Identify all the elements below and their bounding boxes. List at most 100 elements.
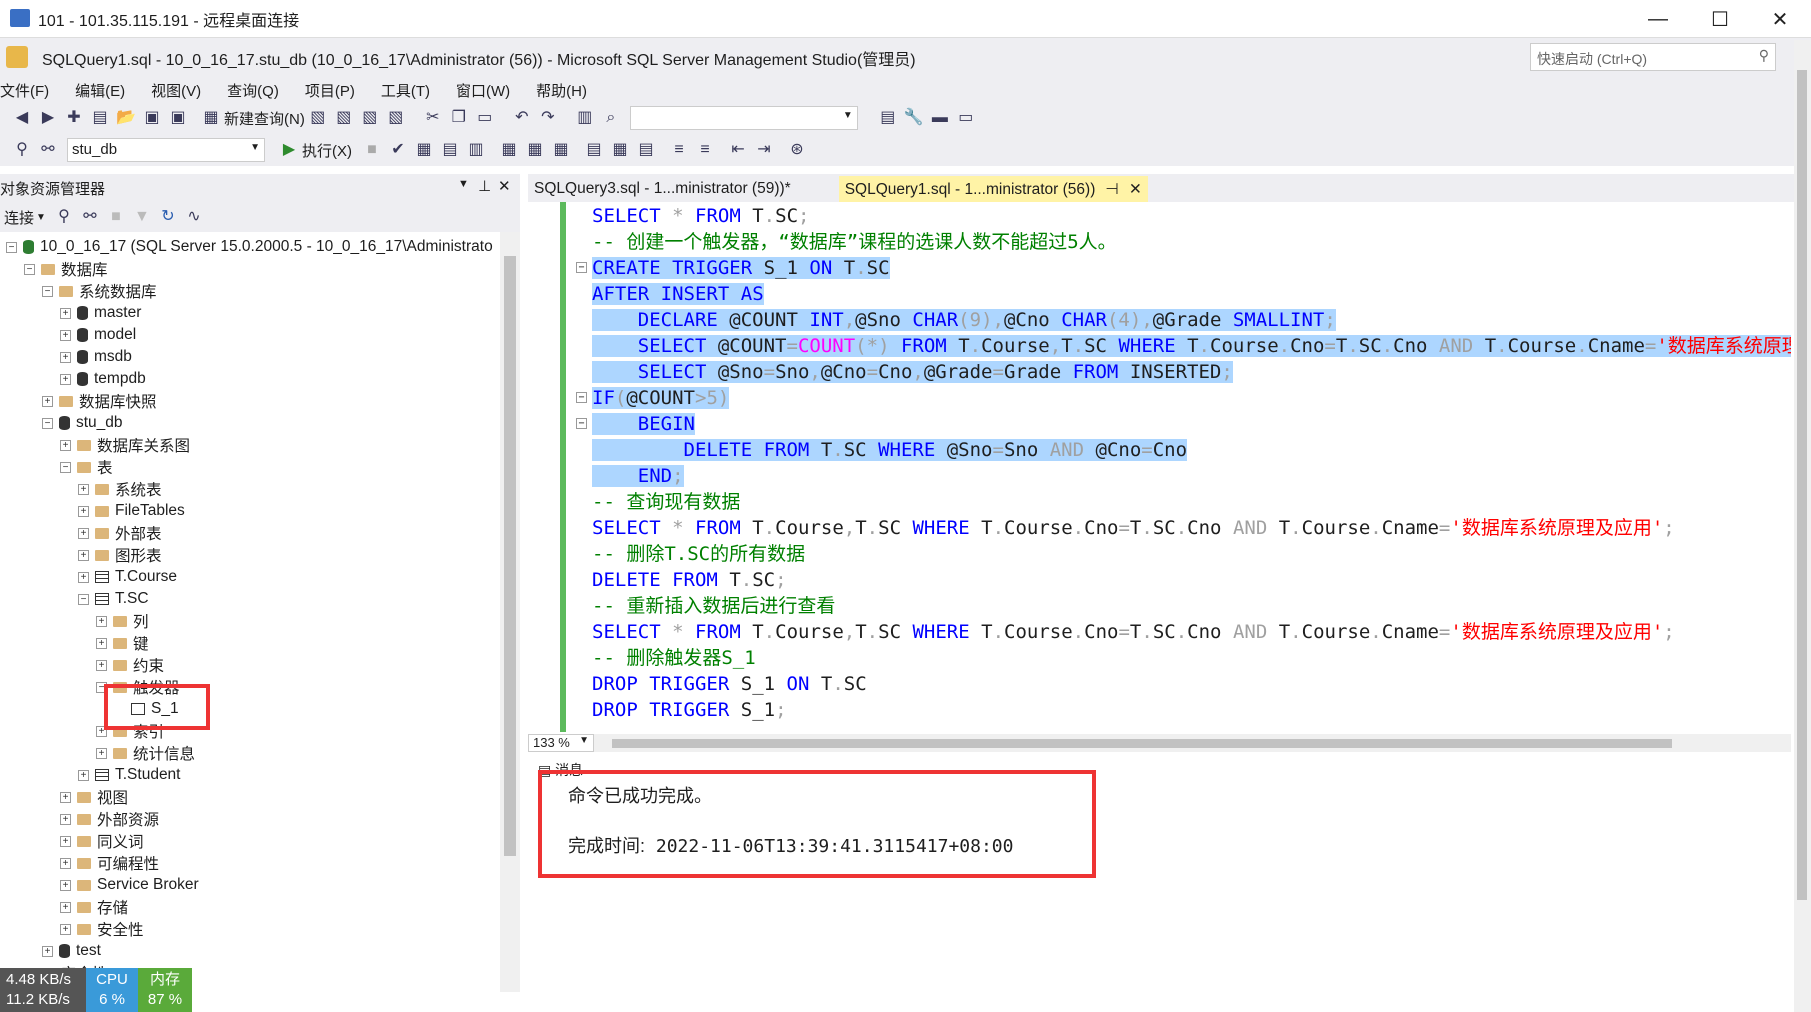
- query-designer-icon[interactable]: ▤: [440, 140, 460, 160]
- redo-icon[interactable]: ↷: [538, 108, 558, 128]
- collapse-icon[interactable]: −: [24, 263, 35, 275]
- execute-button[interactable]: 执行(X): [302, 140, 352, 161]
- connect-button[interactable]: 连接: [4, 207, 34, 228]
- code-line[interactable]: END;: [592, 463, 684, 489]
- tree-node[interactable]: − 10_0_16_17 (SQL Server 15.0.2000.5 - 10…: [6, 236, 493, 258]
- expand-icon[interactable]: +: [42, 945, 53, 957]
- collapse-icon[interactable]: −: [60, 461, 71, 473]
- solution-config-combo[interactable]: ▼: [629, 106, 858, 130]
- code-line[interactable]: SELECT * FROM T.SC;: [592, 203, 809, 229]
- tree-node[interactable]: + msdb: [60, 346, 132, 368]
- expand-icon[interactable]: +: [60, 373, 71, 385]
- code-line[interactable]: DECLARE @COUNT INT,@Sno CHAR(9),@Cno CHA…: [592, 307, 1336, 333]
- refresh-icon[interactable]: ↻: [158, 207, 178, 227]
- add-item-icon[interactable]: ▤: [90, 108, 110, 128]
- connect-icon[interactable]: ⚲: [12, 140, 32, 160]
- tree-node[interactable]: + test: [42, 940, 101, 962]
- expand-icon[interactable]: +: [60, 439, 71, 451]
- dmx-query-icon[interactable]: ▧: [334, 108, 354, 128]
- expand-icon[interactable]: +: [96, 747, 107, 759]
- tree-node[interactable]: − T.SC: [78, 588, 149, 610]
- results-text-icon[interactable]: ▤: [584, 140, 604, 160]
- tab-sqlquery3[interactable]: SQLQuery3.sql - 1...ministrator (59))*: [528, 176, 797, 202]
- activity-monitor-icon[interactable]: ▥: [575, 108, 595, 128]
- include-plan-icon[interactable]: ▦: [499, 140, 519, 160]
- expand-icon[interactable]: +: [42, 395, 53, 407]
- solution-explorer-icon[interactable]: ▤: [878, 108, 898, 128]
- tree-node[interactable]: + 键: [96, 632, 149, 654]
- tree-node[interactable]: + 存储: [60, 896, 128, 918]
- tree-node[interactable]: + 视图: [60, 786, 128, 808]
- maximize-button[interactable]: ☐: [1692, 0, 1748, 38]
- collapse-icon[interactable]: −: [42, 285, 53, 297]
- code-line[interactable]: DELETE FROM T.SC WHERE @Sno=Sno AND @Cno…: [592, 437, 1188, 463]
- code-line[interactable]: -- 创建一个触发器，“数据库”课程的选课人数不能超过5人。: [592, 229, 1117, 255]
- cut-icon[interactable]: ✂: [423, 108, 443, 128]
- menu-edit[interactable]: 编辑(E): [75, 80, 125, 101]
- expand-icon[interactable]: +: [78, 571, 89, 583]
- code-fold-icon[interactable]: −: [576, 392, 587, 403]
- undo-icon[interactable]: ↶: [512, 108, 532, 128]
- menu-query[interactable]: 查询(Q): [227, 80, 279, 101]
- toolbox-icon[interactable]: ▬: [930, 108, 950, 128]
- activity-icon[interactable]: ∿: [184, 207, 204, 227]
- results-to-icon[interactable]: ▥: [466, 140, 486, 160]
- menu-tools[interactable]: 工具(T): [381, 80, 430, 101]
- tree-node[interactable]: + tempdb: [60, 368, 146, 390]
- menu-view[interactable]: 视图(V): [151, 80, 201, 101]
- code-line[interactable]: SELECT * FROM T.Course,T.SC WHERE T.Cour…: [592, 619, 1675, 645]
- client-stats-icon[interactable]: ▦: [551, 140, 571, 160]
- xmla-query-icon[interactable]: ▧: [360, 108, 380, 128]
- properties-icon[interactable]: 🔧: [904, 108, 924, 128]
- expand-icon[interactable]: +: [60, 901, 71, 913]
- expand-icon[interactable]: +: [78, 483, 89, 495]
- menu-project[interactable]: 项目(P): [305, 80, 355, 101]
- code-line[interactable]: IF(@COUNT>5): [592, 385, 730, 411]
- tree-node[interactable]: + 约束: [96, 654, 164, 676]
- tree-node[interactable]: + T.Course: [78, 566, 177, 588]
- tree-node[interactable]: + Service Broker: [60, 874, 199, 896]
- tree-node[interactable]: + 列: [96, 610, 149, 632]
- stop-icon[interactable]: ■: [362, 140, 382, 160]
- new-project-icon[interactable]: ✚: [64, 108, 84, 128]
- specify-values-icon[interactable]: ⊛: [787, 140, 807, 160]
- comment-icon[interactable]: ≡: [669, 140, 689, 160]
- expand-icon[interactable]: +: [60, 791, 71, 803]
- tree-node[interactable]: + T.Student: [78, 764, 181, 786]
- tree-node[interactable]: − stu_db: [42, 412, 123, 434]
- increase-indent-icon[interactable]: ⇥: [754, 140, 774, 160]
- pin-icon[interactable]: ⊥: [478, 177, 491, 195]
- forward-icon[interactable]: ▶: [38, 108, 58, 128]
- zoom-select[interactable]: 133 % ▼: [528, 734, 594, 752]
- expand-icon[interactable]: +: [78, 505, 89, 517]
- tree-node[interactable]: − 表: [60, 456, 113, 478]
- tree-node[interactable]: + master: [60, 302, 141, 324]
- tree-node[interactable]: + FileTables: [78, 500, 185, 522]
- code-line[interactable]: CREATE TRIGGER S_1 ON T.SC: [592, 255, 890, 281]
- back-icon[interactable]: ◀: [12, 108, 32, 128]
- quick-launch-input[interactable]: 快速启动 (Ctrl+Q) ⚲: [1530, 43, 1776, 71]
- mdx-query-icon[interactable]: ▧: [308, 108, 328, 128]
- tree-node[interactable]: + 安全性: [60, 918, 144, 940]
- code-line[interactable]: SELECT * FROM T.Course,T.SC WHERE T.Cour…: [592, 515, 1675, 541]
- close-tab-icon[interactable]: ✕: [1129, 181, 1142, 198]
- live-stats-icon[interactable]: ▦: [525, 140, 545, 160]
- menu-file[interactable]: 文件(F): [0, 80, 49, 101]
- code-line[interactable]: -- 重新插入数据后进行查看: [592, 593, 835, 619]
- expand-icon[interactable]: +: [96, 659, 107, 671]
- code-line[interactable]: SELECT @Sno=Sno,@Cno=Cno,@Grade=Grade FR…: [592, 359, 1233, 385]
- code-line[interactable]: BEGIN: [592, 411, 695, 437]
- display-plan-icon[interactable]: ▦: [414, 140, 434, 160]
- code-line[interactable]: -- 删除触发器S_1: [592, 645, 756, 671]
- results-grid-icon[interactable]: ▦: [610, 140, 630, 160]
- collapse-icon[interactable]: −: [6, 241, 17, 253]
- expand-icon[interactable]: +: [96, 615, 107, 627]
- collapse-icon[interactable]: −: [42, 417, 53, 429]
- command-window-icon[interactable]: ▭: [956, 108, 976, 128]
- change-connection-icon[interactable]: ⚯: [38, 140, 58, 160]
- tree-node[interactable]: + 外部资源: [60, 808, 159, 830]
- decrease-indent-icon[interactable]: ⇤: [728, 140, 748, 160]
- code-line[interactable]: AFTER INSERT AS: [592, 281, 764, 307]
- dropdown-arrow-icon[interactable]: ▼: [36, 212, 46, 223]
- save-all-icon[interactable]: ▣: [168, 108, 188, 128]
